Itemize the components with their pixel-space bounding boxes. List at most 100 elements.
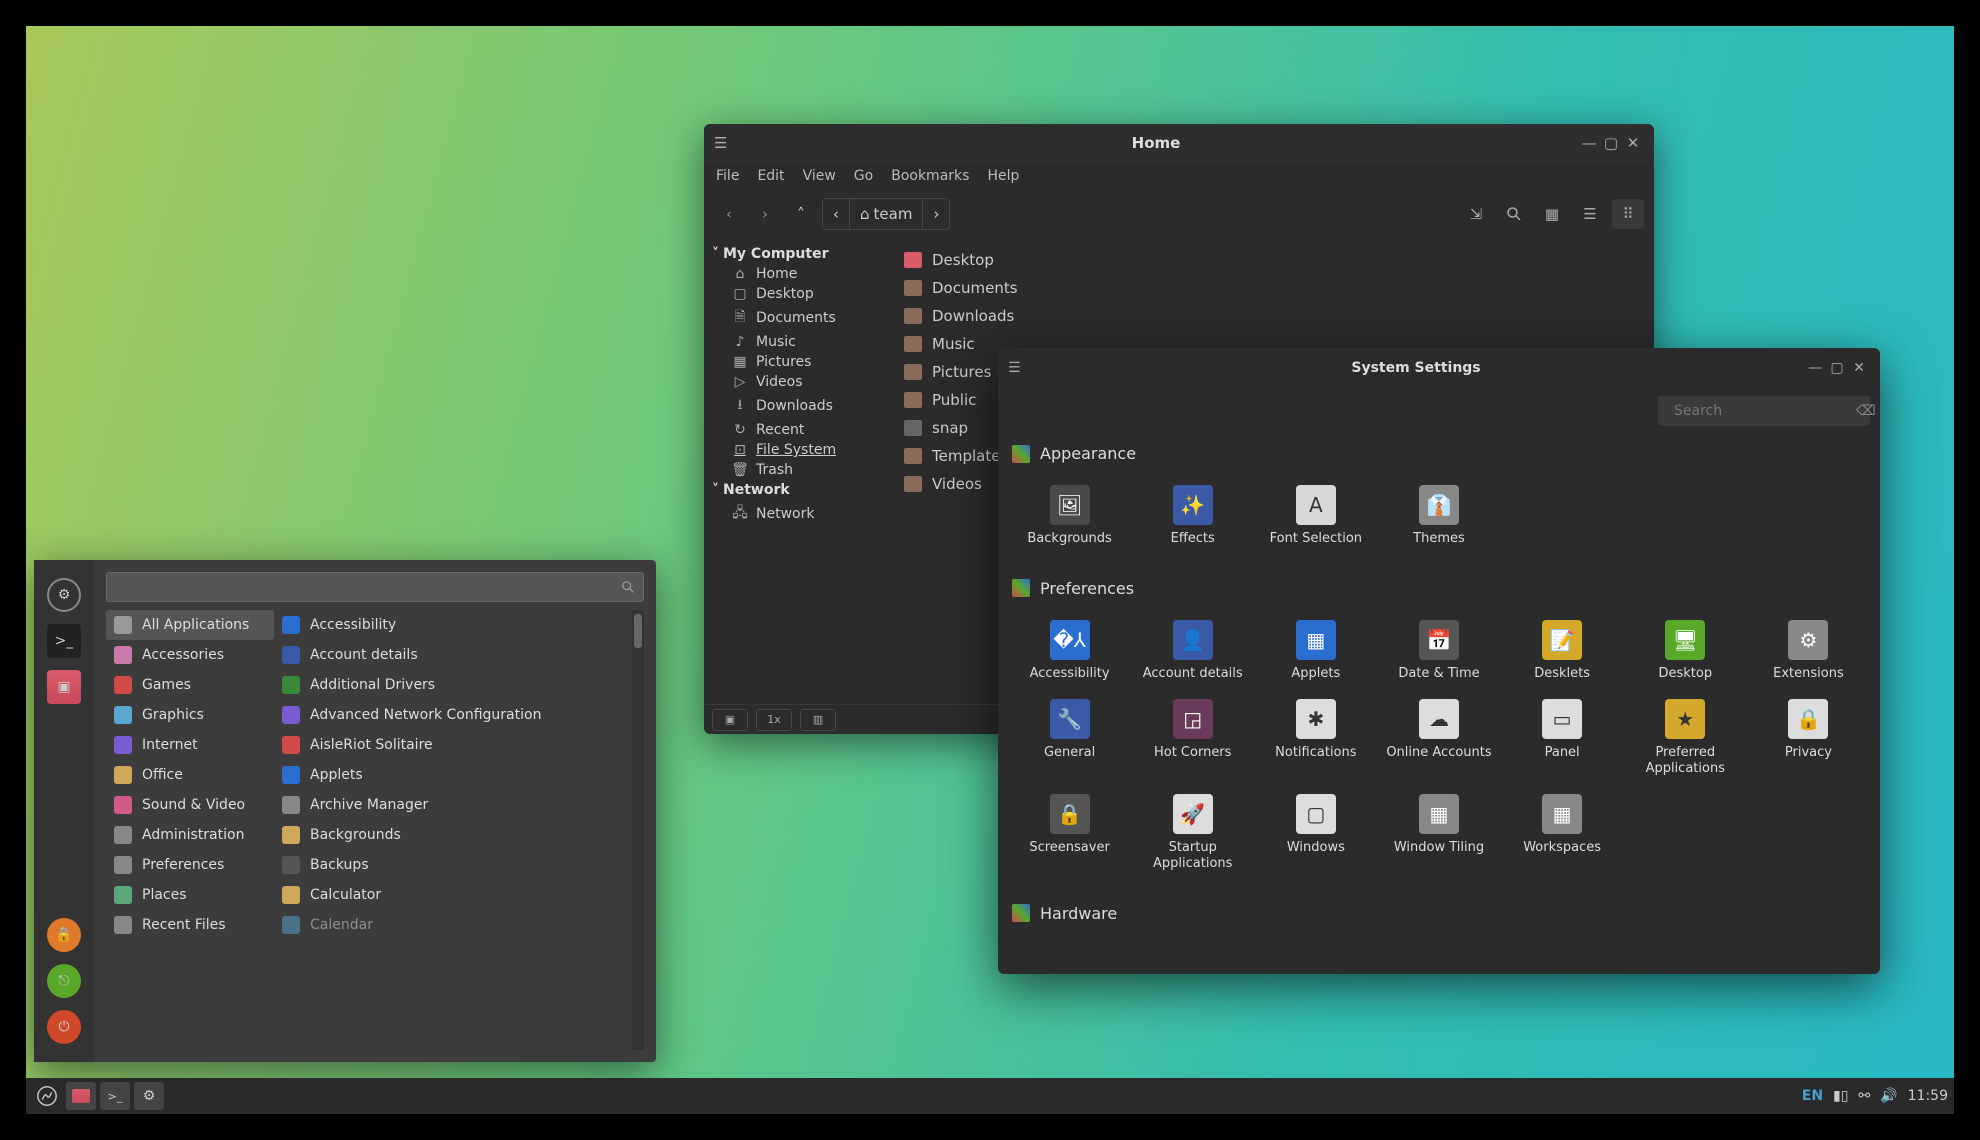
settings-item-accessibility[interactable]: �⅄Accessibility [1010,616,1129,686]
appmenu-search[interactable] [106,572,644,602]
minimize-button[interactable]: — [1804,360,1826,376]
settings-search-input[interactable]: ⌫ [1658,396,1870,426]
fm-menu-file[interactable]: File [716,168,739,184]
path-back[interactable]: ‹ [823,199,850,229]
settings-titlebar[interactable]: ☰ System Settings — ▢ ✕ [998,348,1880,388]
settings-item-notifications[interactable]: ✱Notifications [1256,695,1375,780]
sidebar-item-downloads[interactable]: ⭳Downloads [708,392,888,420]
clear-icon[interactable]: ⌫ [1856,403,1876,419]
sidebar-item-documents[interactable]: 🗎Documents [708,304,888,332]
settings-item-themes[interactable]: 👔Themes [1379,481,1498,551]
category-graphics[interactable]: Graphics [106,700,274,730]
appmenu-search-field[interactable] [115,579,621,595]
shutdown-button[interactable]: ⏻ [47,1010,81,1044]
app-accessibility[interactable]: Accessibility [274,610,632,640]
category-recent-files[interactable]: Recent Files [106,910,274,940]
desktop[interactable]: ☰ Home — ▢ ✕ FileEditViewGoBookmarksHelp… [26,26,1954,1114]
settings-item-account-details[interactable]: 👤Account details [1133,616,1252,686]
settings-item-windows[interactable]: ▢Windows [1256,790,1375,875]
fm-menu-view[interactable]: View [803,168,836,184]
category-games[interactable]: Games [106,670,274,700]
sidebar-item-network[interactable]: 🖧Network [708,500,888,528]
sidebar-item-recent[interactable]: ↻Recent [708,420,888,440]
fm-menu-bookmarks[interactable]: Bookmarks [891,168,969,184]
category-preferences[interactable]: Preferences [106,850,274,880]
app-additional-drivers[interactable]: Additional Drivers [274,670,632,700]
folder-documents[interactable]: Documents [896,274,1650,302]
category-places[interactable]: Places [106,880,274,910]
sidebar-item-trash[interactable]: 🗑Trash [708,460,888,480]
category-administration[interactable]: Administration [106,820,274,850]
app-archive-manager[interactable]: Archive Manager [274,790,632,820]
zoom-level[interactable]: 1x [756,709,792,731]
view-list-button[interactable]: ☰ [1574,199,1606,229]
settings-item-screensaver[interactable]: 🔒Screensaver [1010,790,1129,875]
camera-tray-icon[interactable]: ▮▯ [1833,1088,1848,1104]
view-compact-button[interactable]: ⠿ [1612,199,1644,229]
terminal-favorite-button[interactable]: >_ [47,624,81,658]
app-advanced-network-configuration[interactable]: Advanced Network Configuration [274,700,632,730]
sidebar-item-pictures[interactable]: ▦Pictures [708,352,888,372]
maximize-button[interactable]: ▢ [1600,134,1622,152]
sidebar-item-music[interactable]: ♪Music [708,332,888,352]
app-applets[interactable]: Applets [274,760,632,790]
path-bar[interactable]: ‹ ⌂ team › [822,198,950,230]
nav-back-button[interactable]: ‹ [714,199,744,229]
settings-item-preferred-applications[interactable]: ★Preferred Applications [1626,695,1745,780]
taskbar-terminal[interactable]: >_ [100,1082,130,1110]
settings-item-extensions[interactable]: ⚙Extensions [1749,616,1868,686]
nav-forward-button[interactable]: › [750,199,780,229]
fm-titlebar[interactable]: ☰ Home — ▢ ✕ [704,124,1654,162]
show-treeview-button[interactable]: ▥ [800,709,836,731]
fm-menu-help[interactable]: Help [987,168,1019,184]
settings-item-desklets[interactable]: 📝Desklets [1503,616,1622,686]
nav-up-button[interactable]: ˄ [786,199,816,229]
settings-item-effects[interactable]: ✨Effects [1133,481,1252,551]
search-field[interactable] [1674,403,1848,419]
sidebar-group-network[interactable]: ˅Network [708,480,888,500]
settings-item-general[interactable]: 🔧General [1010,695,1129,780]
settings-item-applets[interactable]: ▦Applets [1256,616,1375,686]
settings-item-startup-applications[interactable]: 🚀Startup Applications [1133,790,1252,875]
category-sound-video[interactable]: Sound & Video [106,790,274,820]
keyboard-layout-indicator[interactable]: EN [1802,1088,1823,1104]
app-aisleriot-solitaire[interactable]: AisleRiot Solitaire [274,730,632,760]
minimize-button[interactable]: — [1578,134,1600,152]
sidebar-item-home[interactable]: ⌂Home [708,264,888,284]
menu-button[interactable] [32,1082,62,1110]
category-internet[interactable]: Internet [106,730,274,760]
maximize-button[interactable]: ▢ [1826,360,1848,376]
settings-item-date-time[interactable]: 📅Date & Time [1379,616,1498,686]
hamburger-icon[interactable]: ☰ [1008,360,1028,376]
network-tray-icon[interactable]: ⚯ [1858,1088,1870,1104]
clock[interactable]: 11:59 [1908,1088,1948,1104]
volume-tray-icon[interactable]: 🔊 [1880,1088,1897,1104]
sidebar-group-my-computer[interactable]: ˅My Computer [708,244,888,264]
app-calculator[interactable]: Calculator [274,880,632,910]
path-forward[interactable]: › [923,199,949,229]
path-segment-home[interactable]: ⌂ team [850,199,923,229]
sidebar-item-desktop[interactable]: ▢Desktop [708,284,888,304]
settings-favorite-button[interactable]: ⚙ [47,578,81,612]
search-button[interactable] [1498,199,1530,229]
category-accessories[interactable]: Accessories [106,640,274,670]
close-button[interactable]: ✕ [1622,134,1644,152]
category-office[interactable]: Office [106,760,274,790]
scrollbar-thumb[interactable] [634,614,642,648]
appmenu-scrollbar[interactable] [632,610,644,1050]
app-account-details[interactable]: Account details [274,640,632,670]
settings-item-panel[interactable]: ▭Panel [1503,695,1622,780]
taskbar-settings[interactable]: ⚙ [134,1082,164,1110]
settings-item-desktop[interactable]: 🖥Desktop [1626,616,1745,686]
category-all-applications[interactable]: All Applications [106,610,274,640]
folder-downloads[interactable]: Downloads [896,302,1650,330]
show-places-button[interactable]: ▣ [712,709,748,731]
app-backgrounds[interactable]: Backgrounds [274,820,632,850]
settings-item-workspaces[interactable]: ▦Workspaces [1503,790,1622,875]
settings-item-online-accounts[interactable]: ☁Online Accounts [1379,695,1498,780]
view-grid-button[interactable]: ▦ [1536,199,1568,229]
hamburger-icon[interactable]: ☰ [714,134,734,152]
close-button[interactable]: ✕ [1848,360,1870,376]
settings-body[interactable]: Appearance🖼Backgrounds✨EffectsAFont Sele… [998,434,1880,974]
logout-button[interactable]: ⎋ [47,964,81,998]
